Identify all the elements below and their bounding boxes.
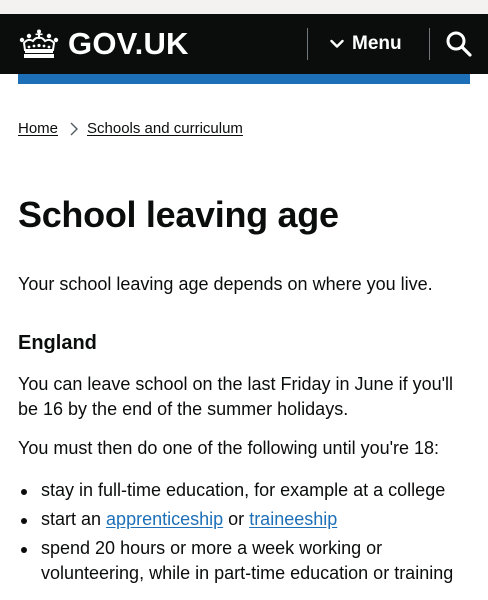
browser-top-strip <box>0 0 488 14</box>
govuk-home-link[interactable]: GOV.UK <box>18 28 189 60</box>
breadcrumb-schools-link[interactable]: Schools and curriculum <box>87 119 243 139</box>
breadcrumb-home-link[interactable]: Home <box>18 119 58 139</box>
crown-icon <box>19 29 59 58</box>
bullet <box>21 547 27 553</box>
body-paragraph: You can leave school on the last Friday … <box>18 374 454 419</box>
section-heading-england: England <box>18 332 97 354</box>
list-item: spend 20 hours or more a week working or… <box>18 536 478 586</box>
bullet <box>21 518 27 524</box>
chevron-down-icon <box>330 39 344 48</box>
list-item: stay in full-time education, for example… <box>18 478 478 503</box>
search-button[interactable] <box>445 30 475 60</box>
menu-button[interactable]: Menu <box>330 28 402 60</box>
menu-label: Menu <box>352 33 402 54</box>
search-icon <box>446 31 472 57</box>
breadcrumb: Home Schools and curriculum <box>18 119 243 139</box>
list-item-text: or <box>228 509 245 529</box>
list-item-text: spend 20 hours or more a week working or… <box>41 538 454 583</box>
page-title: School leaving age <box>18 194 339 235</box>
logo-text: GOV.UK <box>68 26 189 61</box>
list-item-text: stay in full-time education, for example… <box>41 480 446 500</box>
header-divider <box>307 28 308 60</box>
header-divider <box>429 28 430 60</box>
site-header: GOV.UK Menu <box>0 14 488 74</box>
bullet <box>21 489 27 495</box>
traineeship-link[interactable]: traineeship <box>249 509 337 529</box>
lead-paragraph: Your school leaving age depends on where… <box>18 274 433 294</box>
body-paragraph: You must then do one of the following un… <box>18 438 440 458</box>
apprenticeship-link[interactable]: apprenticeship <box>106 509 223 529</box>
list-item: start an apprenticeship or traineeship <box>18 507 478 532</box>
list-item-text: start an <box>41 509 102 529</box>
options-list: stay in full-time education, for example… <box>18 478 478 590</box>
header-accent-bar <box>18 74 470 84</box>
chevron-right-icon <box>70 122 79 136</box>
